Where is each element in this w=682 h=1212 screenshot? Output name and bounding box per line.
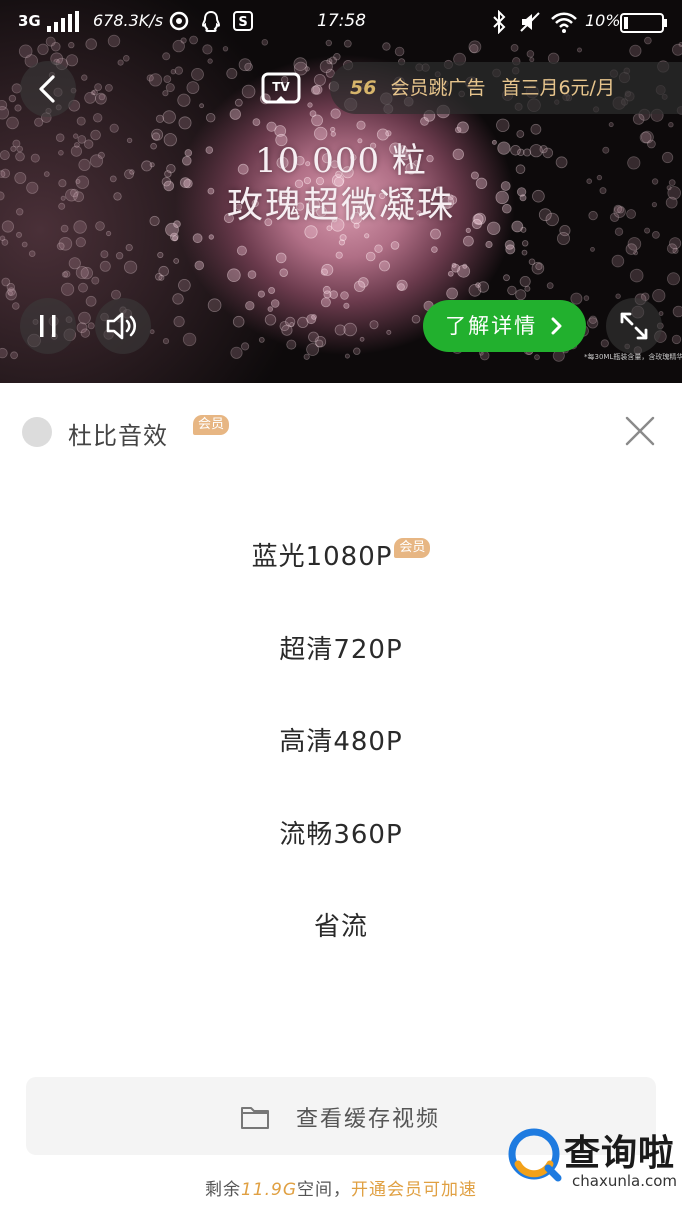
quality-panel: 杜比音效 会员 蓝光1080P 会员 超清720P 高清480P 流畅360P 省… <box>0 383 682 1212</box>
network-speed: 678.3K/s <box>93 11 164 30</box>
watermark-logo-icon <box>508 1128 562 1182</box>
battery-icon <box>620 13 667 33</box>
watermark-title: 查询啦 <box>564 1133 676 1174</box>
qq-icon <box>201 10 221 32</box>
dolby-toggle[interactable] <box>22 417 52 447</box>
quality-label: 高清480P <box>279 727 403 757</box>
status-time: 17:58 <box>317 11 366 31</box>
quality-label: 蓝光1080P <box>251 542 393 572</box>
storage-value: 11.9G <box>240 1180 298 1200</box>
chevron-left-icon <box>39 75 55 103</box>
quality-label: 省流 <box>313 912 368 942</box>
dolby-label[interactable]: 杜比音效 <box>68 416 168 451</box>
folder-icon <box>241 1107 269 1129</box>
learn-more-label: 了解详情 <box>445 314 538 338</box>
battery-percent: 10% <box>585 11 621 30</box>
pause-button[interactable] <box>20 298 76 354</box>
signal-icon <box>47 11 79 32</box>
video-player[interactable]: 3G 678.3K/s S 17:58 10% TV 56 会员跳广告 首三月6… <box>0 0 682 383</box>
wheel-icon <box>169 11 189 31</box>
svg-text:TV: TV <box>272 80 290 94</box>
promo-line-2: 玫瑰超微凝珠 <box>226 185 455 226</box>
s-app-icon: S <box>233 11 253 31</box>
status-bar: 3G 678.3K/s S 17:58 10% <box>0 0 682 44</box>
quality-option-data-saver[interactable]: 省流 <box>0 906 682 943</box>
tv-cast-icon[interactable]: TV <box>261 72 301 108</box>
volume-icon <box>106 312 137 340</box>
learn-more-button[interactable]: 了解详情 <box>423 300 586 352</box>
watermark-url: chaxunla.com <box>572 1172 677 1190</box>
promo-line-1: 10 000 粒 <box>255 141 427 181</box>
volume-button[interactable] <box>95 298 151 354</box>
skip-ad-label: 会员跳广告 <box>390 77 486 99</box>
cache-label: 查看缓存视频 <box>296 1107 441 1132</box>
vip-badge: 会员 <box>394 538 431 558</box>
fullscreen-button[interactable] <box>606 298 662 354</box>
back-button[interactable] <box>20 61 76 117</box>
storage-suffix: 空间， <box>297 1180 352 1200</box>
skip-ad-banner[interactable]: 56 会员跳广告 首三月6元/月 <box>330 62 682 114</box>
svg-text:S: S <box>238 15 247 30</box>
vip-badge: 会员 <box>193 415 230 435</box>
vip-speedup-link[interactable]: 开通会员可加速 <box>351 1180 477 1200</box>
quality-label: 流畅360P <box>279 820 403 850</box>
site-watermark: 查询啦 chaxunla.com <box>506 1124 677 1194</box>
ad-countdown: 56 <box>350 77 377 99</box>
quality-option-360p[interactable]: 流畅360P <box>0 814 682 851</box>
chevron-right-icon <box>551 317 562 335</box>
quality-option-1080p[interactable]: 蓝光1080P 会员 <box>0 536 682 573</box>
ad-offer: 首三月6元/月 <box>501 77 615 99</box>
bluetooth-icon <box>493 10 506 34</box>
mute-icon <box>520 12 540 32</box>
network-type: 3G <box>18 12 41 30</box>
close-icon[interactable] <box>624 415 656 447</box>
expand-icon <box>620 312 648 340</box>
quality-option-720p[interactable]: 超清720P <box>0 629 682 666</box>
ad-disclaimer: *每30ML瓶装含量，含玫瑰精华 <box>584 353 682 361</box>
wifi-icon <box>551 12 577 33</box>
storage-prefix: 剩余 <box>204 1180 241 1200</box>
quality-label: 超清720P <box>279 635 403 665</box>
quality-option-480p[interactable]: 高清480P <box>0 721 682 758</box>
pause-icon <box>40 315 56 337</box>
